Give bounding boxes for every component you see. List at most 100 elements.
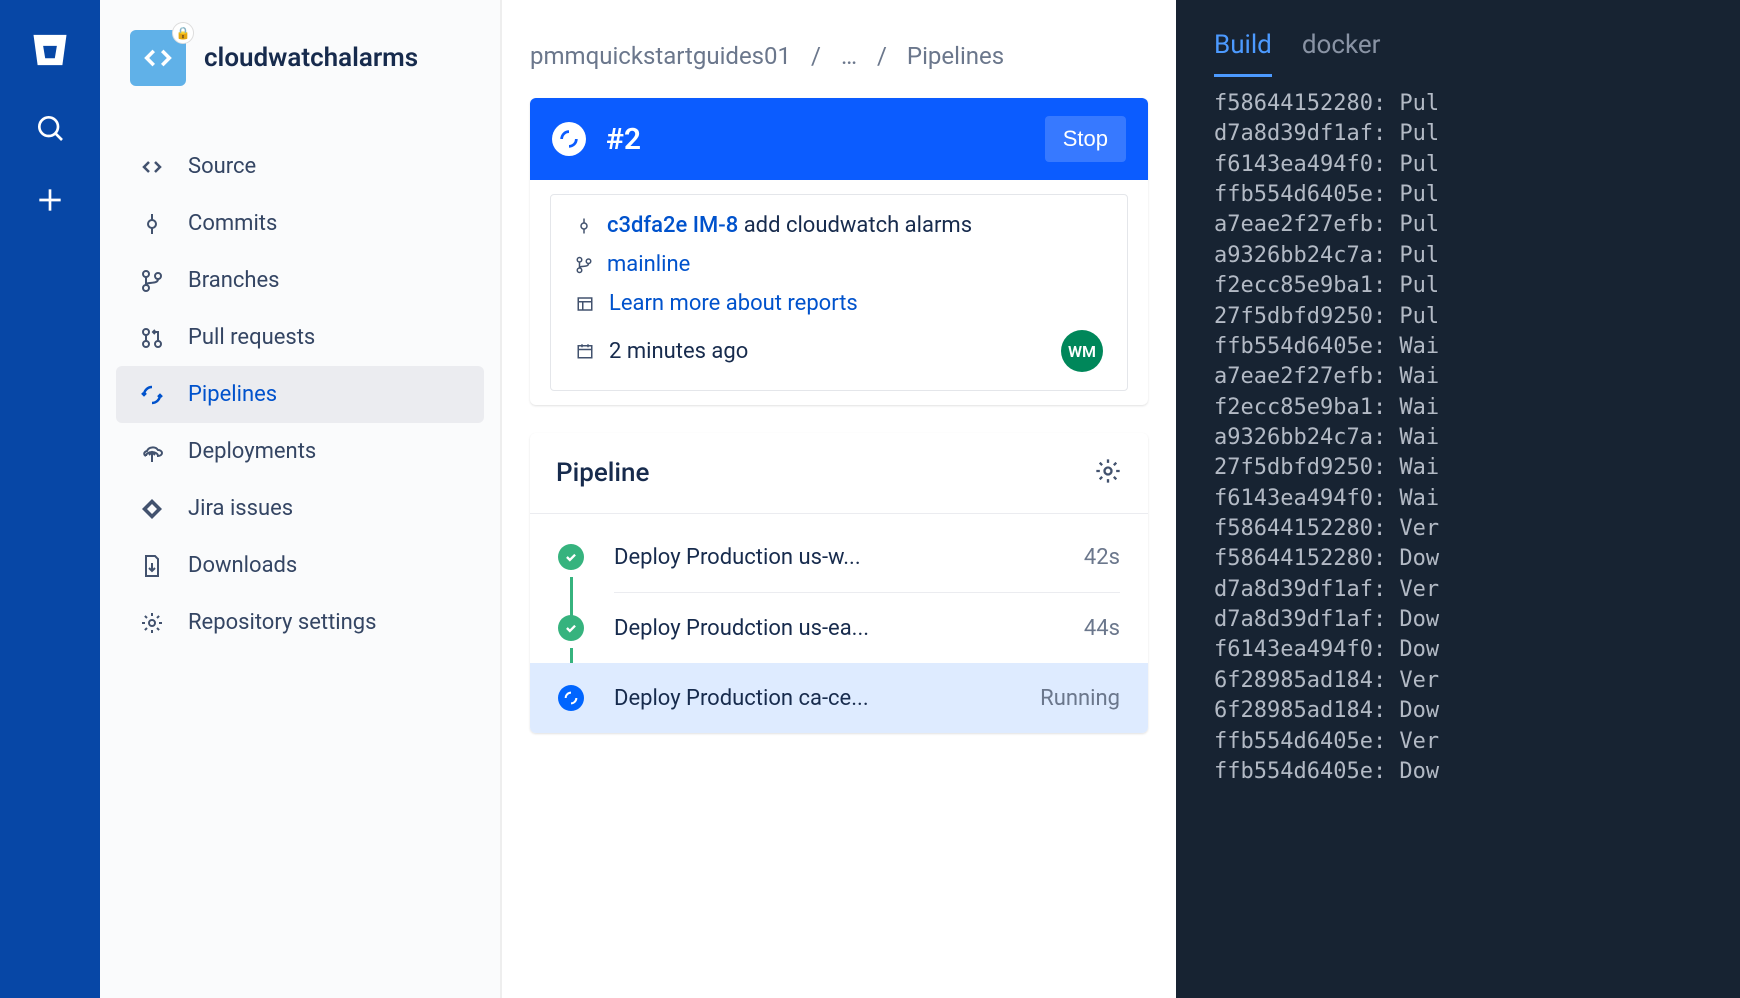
breadcrumb-page: Pipelines (907, 42, 1004, 70)
breadcrumb-mid[interactable]: … (841, 42, 857, 70)
search-icon[interactable] (34, 112, 66, 144)
pipeline-title: Pipeline (556, 458, 1094, 488)
reports-link[interactable]: Learn more about reports (609, 291, 858, 316)
calendar-icon (575, 342, 595, 360)
sidebar-item-settings[interactable]: Repository settings (116, 594, 484, 651)
sidebar-item-jira[interactable]: Jira issues (116, 480, 484, 537)
sidebar-item-source[interactable]: Source (116, 138, 484, 195)
main-content: pmmquickstartguides01 / … / Pipelines #2… (502, 0, 1176, 998)
sidebar-item-pipelines[interactable]: Pipelines (116, 366, 484, 423)
commit-icon (575, 217, 593, 235)
terminal-line: f58644152280: Ver (1214, 514, 1740, 544)
run-number: #2 (606, 122, 1025, 157)
terminal-line: d7a8d39df1af: Pul (1214, 119, 1740, 149)
check-icon (558, 544, 584, 570)
tab-docker[interactable]: docker (1302, 30, 1381, 77)
stage-name: Deploy Proudction us-ea... (614, 616, 1084, 641)
terminal-tabs: Build docker (1176, 0, 1740, 77)
commit-row: c3dfa2e IM-8 add cloudwatch alarms (575, 213, 1103, 238)
terminal-line: f6143ea494f0: Pul (1214, 150, 1740, 180)
commit-icon (140, 212, 164, 236)
sidebar-item-label: Deployments (188, 439, 316, 464)
sidebar-item-downloads[interactable]: Downloads (116, 537, 484, 594)
sidebar-item-label: Branches (188, 268, 280, 293)
terminal-line: f6143ea494f0: Dow (1214, 635, 1740, 665)
branch-icon (575, 256, 593, 274)
sidebar-item-label: Pull requests (188, 325, 315, 350)
branch-link[interactable]: mainline (607, 252, 690, 277)
commit-hash-link[interactable]: c3dfa2e (607, 213, 687, 238)
branch-icon (140, 269, 164, 293)
run-header: #2 Stop (530, 98, 1148, 180)
add-icon[interactable] (34, 184, 66, 216)
terminal-pane: Build docker f58644152280: Puld7a8d39df1… (1176, 0, 1740, 998)
breadcrumb: pmmquickstartguides01 / … / Pipelines (530, 42, 1148, 70)
terminal-output[interactable]: f58644152280: Puld7a8d39df1af: Pulf6143e… (1176, 77, 1740, 787)
terminal-line: f2ecc85e9ba1: Wai (1214, 393, 1740, 423)
gear-icon[interactable] (1094, 457, 1122, 489)
time-row: 2 minutes ago WM (575, 330, 1103, 372)
terminal-line: ffb554d6405e: Pul (1214, 180, 1740, 210)
global-nav (0, 0, 100, 998)
sidebar-item-commits[interactable]: Commits (116, 195, 484, 252)
stage-row[interactable]: Deploy Proudction us-ea... 44s (530, 593, 1148, 663)
stage-row[interactable]: Deploy Production us-w... 42s (530, 522, 1148, 592)
stage-time: Running (1040, 686, 1120, 711)
check-icon (558, 615, 584, 641)
tab-build[interactable]: Build (1214, 30, 1272, 77)
pipeline-header: Pipeline (530, 433, 1148, 514)
sidebar-item-label: Repository settings (188, 610, 377, 635)
commit-message: add cloudwatch alarms (744, 213, 972, 238)
terminal-line: f58644152280: Dow (1214, 544, 1740, 574)
stage-list: Deploy Production us-w... 42s Deploy Pro… (530, 514, 1148, 733)
terminal-line: d7a8d39df1af: Dow (1214, 605, 1740, 635)
sidebar-item-label: Pipelines (188, 382, 277, 407)
terminal-line: f58644152280: Pul (1214, 89, 1740, 119)
avatar: WM (1061, 330, 1103, 372)
terminal-line: a7eae2f27efb: Pul (1214, 210, 1740, 240)
breadcrumb-project[interactable]: pmmquickstartguides01 (530, 42, 791, 70)
pipeline-card: Pipeline Deploy Production us-w... 42s (530, 433, 1148, 733)
terminal-line: ffb554d6405e: Dow (1214, 757, 1740, 787)
terminal-line: a9326bb24c7a: Pul (1214, 241, 1740, 271)
sidebar-item-label: Source (188, 154, 256, 179)
sidebar-item-label: Jira issues (188, 496, 293, 521)
terminal-line: 6f28985ad184: Dow (1214, 696, 1740, 726)
pull-request-icon (140, 326, 164, 350)
sidebar-item-label: Downloads (188, 553, 297, 578)
terminal-line: a9326bb24c7a: Wai (1214, 423, 1740, 453)
gear-icon (140, 611, 164, 635)
stage-row[interactable]: Deploy Production ca-ce... Running (530, 663, 1148, 733)
stage-time: 42s (1084, 545, 1120, 570)
run-card: #2 Stop c3dfa2e IM-8 add cloudwatch alar… (530, 98, 1148, 405)
sidebar-item-deployments[interactable]: Deployments (116, 423, 484, 480)
bitbucket-logo-icon[interactable] (28, 28, 72, 72)
report-icon (575, 295, 595, 313)
project-sidebar: 🔒 cloudwatchalarms Source Commits Branch… (100, 0, 502, 998)
stage-name: Deploy Production us-w... (614, 545, 1084, 570)
run-meta: c3dfa2e IM-8 add cloudwatch alarms mainl… (550, 194, 1128, 391)
terminal-line: f2ecc85e9ba1: Pul (1214, 271, 1740, 301)
terminal-line: ffb554d6405e: Ver (1214, 727, 1740, 757)
stage-name: Deploy Production ca-ce... (614, 686, 1040, 711)
run-time: 2 minutes ago (609, 339, 748, 364)
repo-name: cloudwatchalarms (204, 43, 418, 73)
sidebar-nav: Source Commits Branches Pull requests Pi… (116, 138, 484, 651)
terminal-line: 27f5dbfd9250: Wai (1214, 453, 1740, 483)
pipelines-icon (140, 383, 164, 407)
sidebar-item-pull-requests[interactable]: Pull requests (116, 309, 484, 366)
terminal-line: 27f5dbfd9250: Pul (1214, 302, 1740, 332)
terminal-line: a7eae2f27efb: Wai (1214, 362, 1740, 392)
repo-icon: 🔒 (130, 30, 186, 86)
running-icon (558, 685, 584, 711)
sidebar-item-label: Commits (188, 211, 277, 236)
sidebar-item-branches[interactable]: Branches (116, 252, 484, 309)
stop-button[interactable]: Stop (1045, 116, 1126, 162)
jira-icon (140, 497, 164, 521)
terminal-line: ffb554d6405e: Wai (1214, 332, 1740, 362)
commit-issue-link[interactable]: IM-8 (693, 213, 738, 238)
terminal-line: 6f28985ad184: Ver (1214, 666, 1740, 696)
terminal-line: f6143ea494f0: Wai (1214, 484, 1740, 514)
deployments-icon (140, 440, 164, 464)
download-icon (140, 554, 164, 578)
